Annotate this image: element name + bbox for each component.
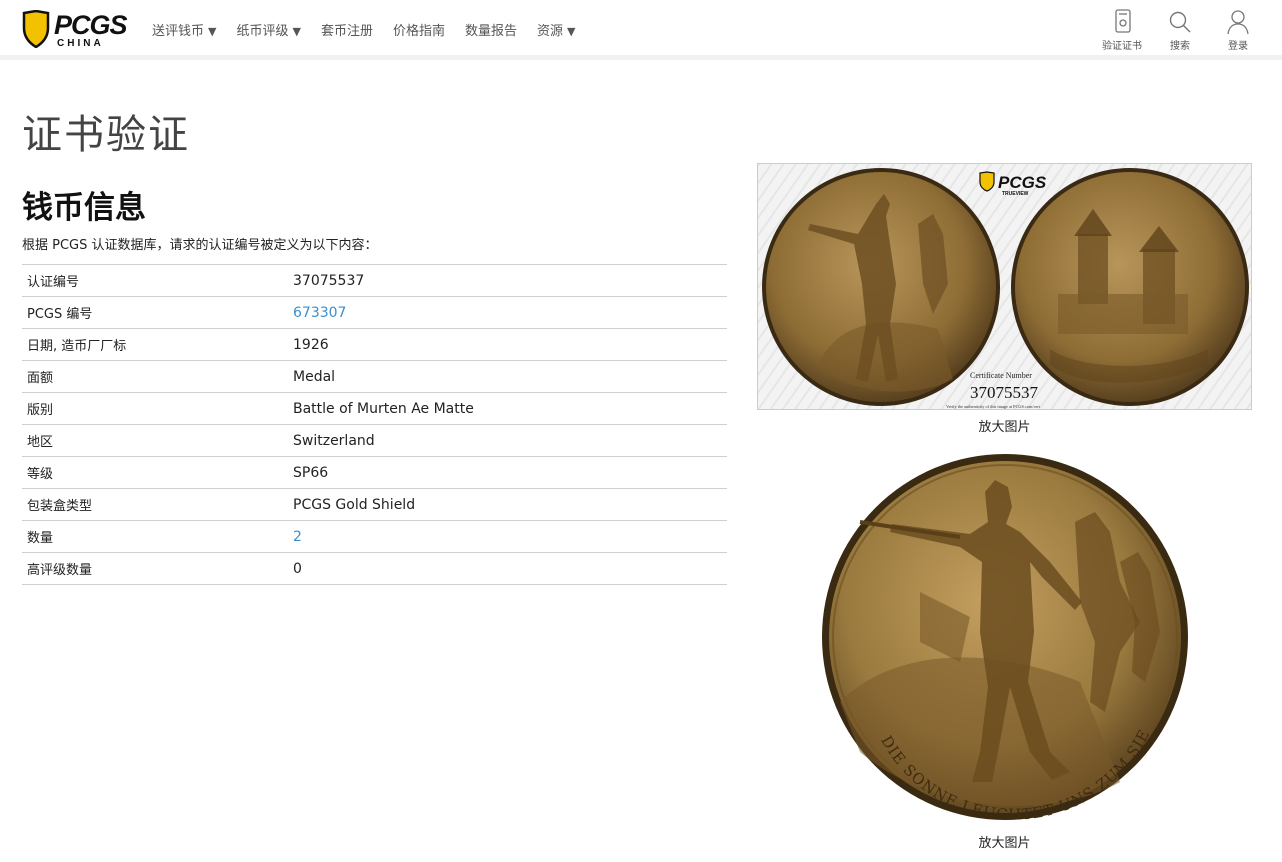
search-icon bbox=[1169, 11, 1191, 33]
row-value-cell: 673307 bbox=[293, 297, 727, 329]
logo-sub-text: CHINA bbox=[57, 38, 104, 49]
row-value-cell: PCGS Gold Shield bbox=[293, 496, 416, 513]
nav-item-3[interactable]: 价格指南 bbox=[393, 20, 445, 39]
table-row: PCGS 编号 673307 bbox=[22, 296, 727, 329]
trueview-cert-label: Certificate Number bbox=[970, 371, 1032, 380]
table-row: 版别 Battle of Murten Ae Matte bbox=[22, 392, 727, 425]
header-tools: 验证证书 搜索 登录 bbox=[1102, 8, 1258, 52]
trueview-logo-sub: TRUEVIEW bbox=[1002, 191, 1029, 197]
row-value-cell: 2 bbox=[293, 521, 727, 553]
row-key: 数量 bbox=[27, 531, 54, 546]
nav-item-label: 套币注册 bbox=[320, 24, 373, 39]
nav-item-1[interactable]: 纸币评级 ▼ bbox=[236, 20, 300, 39]
row-key: 包装盒类型 bbox=[27, 499, 93, 514]
table-row: 认证编号 37075537 bbox=[22, 264, 727, 297]
table-row: 地区 Switzerland bbox=[22, 424, 727, 457]
table-row: 包装盒类型 PCGS Gold Shield bbox=[22, 488, 727, 521]
row-key: 高评级数量 bbox=[27, 563, 93, 578]
row-value-cell: Medal bbox=[293, 368, 336, 385]
obverse-coin-image[interactable]: DIE SONNE LEUCHTET UNS ZUM SIEGE bbox=[814, 438, 1190, 824]
nav-item-label: 资源 bbox=[537, 24, 564, 39]
table-row: 高评级数量 0 bbox=[22, 552, 727, 585]
row-key: 日期, 造币厂厂标 bbox=[27, 339, 127, 354]
row-value-cell: SP66 bbox=[293, 464, 329, 481]
row-value-cell: 37075537 bbox=[293, 272, 365, 289]
table-row: 数量 2 bbox=[22, 520, 727, 553]
main-nav: 送评钱币 ▼ 纸币评级 ▼ 套币注册 价格指南 数量报告 资源 ▼ bbox=[152, 20, 576, 39]
intro-text: 根据 PCGS 认证数据库，请求的认证编号被定义为以下内容： bbox=[22, 238, 378, 253]
caret-down-icon: ▼ bbox=[292, 25, 301, 38]
table-row: 面额 Medal bbox=[22, 360, 727, 393]
row-value-cell: 1926 bbox=[293, 336, 329, 353]
table-row: 等级 SP66 bbox=[22, 456, 727, 489]
nav-item-4[interactable]: 数量报告 bbox=[465, 20, 517, 39]
row-key: PCGS 编号 bbox=[27, 307, 93, 322]
user-icon bbox=[1227, 10, 1249, 35]
nav-item-0[interactable]: 送评钱币 ▼ bbox=[152, 20, 216, 39]
nav-item-5[interactable]: 资源 ▼ bbox=[537, 20, 575, 39]
verify-cert-button[interactable]: 验证证书 bbox=[1102, 8, 1142, 52]
trueview-logo-text: PCGS bbox=[998, 173, 1047, 192]
search-button[interactable]: 搜索 bbox=[1160, 8, 1200, 52]
enlarge-image-link[interactable]: 放大图片 bbox=[757, 416, 1252, 435]
row-value-link[interactable]: 2 bbox=[293, 529, 302, 545]
page-title: 证书验证 bbox=[22, 112, 190, 158]
coin-info-table: 认证编号 37075537 PCGS 编号 673307 日期, 造币厂厂标 1926 面额… bbox=[22, 264, 727, 585]
row-value-cell: Switzerland bbox=[293, 432, 375, 449]
coin-info-title: 钱币信息 bbox=[22, 190, 146, 226]
top-header: PCGS CHINA 送评钱币 ▼ 纸币评级 ▼ 套币注册 价格指南 数量报告 资源 ▼ 验证证… bbox=[0, 0, 1282, 60]
row-key: 面额 bbox=[27, 371, 54, 386]
row-key: 认证编号 bbox=[27, 275, 80, 290]
row-key: 地区 bbox=[27, 435, 54, 450]
login-button[interactable]: 登录 bbox=[1218, 8, 1258, 52]
certificate-icon bbox=[1115, 9, 1131, 33]
row-value-cell: 0 bbox=[293, 560, 302, 577]
verify-cert-label: 验证证书 bbox=[1102, 41, 1142, 52]
row-key: 等级 bbox=[27, 467, 54, 482]
row-key: 版别 bbox=[27, 403, 54, 418]
trueview-image[interactable]: PCGS TRUEVIEW Certificate Number 3707553… bbox=[757, 163, 1252, 410]
logo-brand-text: PCGS bbox=[54, 10, 128, 40]
shield-logo-icon bbox=[22, 10, 50, 48]
nav-item-label: 数量报告 bbox=[465, 24, 518, 39]
trueview-cert-number: 37075537 bbox=[970, 383, 1039, 402]
caret-down-icon: ▼ bbox=[208, 25, 217, 38]
nav-item-label: 价格指南 bbox=[392, 24, 445, 39]
enlarge-image-link-2[interactable]: 放大图片 bbox=[757, 832, 1252, 851]
obverse-coin-graphic: DIE SONNE LEUCHTET UNS ZUM SIEGE bbox=[814, 438, 1188, 824]
pcgs-china-logo[interactable]: PCGS CHINA bbox=[22, 10, 128, 50]
search-label: 搜索 bbox=[1170, 41, 1190, 52]
trueview-graphic: PCGS TRUEVIEW Certificate Number 3707553… bbox=[758, 164, 1251, 409]
nav-item-label: 纸币评级 bbox=[236, 24, 289, 39]
row-value-link[interactable]: 673307 bbox=[293, 305, 346, 321]
row-value-cell: Battle of Murten Ae Matte bbox=[293, 400, 474, 417]
trueview-verify-text: Verify the authenticity of this image at… bbox=[946, 404, 1041, 409]
nav-item-2[interactable]: 套币注册 bbox=[321, 20, 373, 39]
caret-down-icon: ▼ bbox=[567, 25, 576, 38]
nav-item-label: 送评钱币 bbox=[152, 24, 205, 39]
login-label: 登录 bbox=[1228, 41, 1248, 52]
table-row: 日期, 造币厂厂标 1926 bbox=[22, 328, 727, 361]
